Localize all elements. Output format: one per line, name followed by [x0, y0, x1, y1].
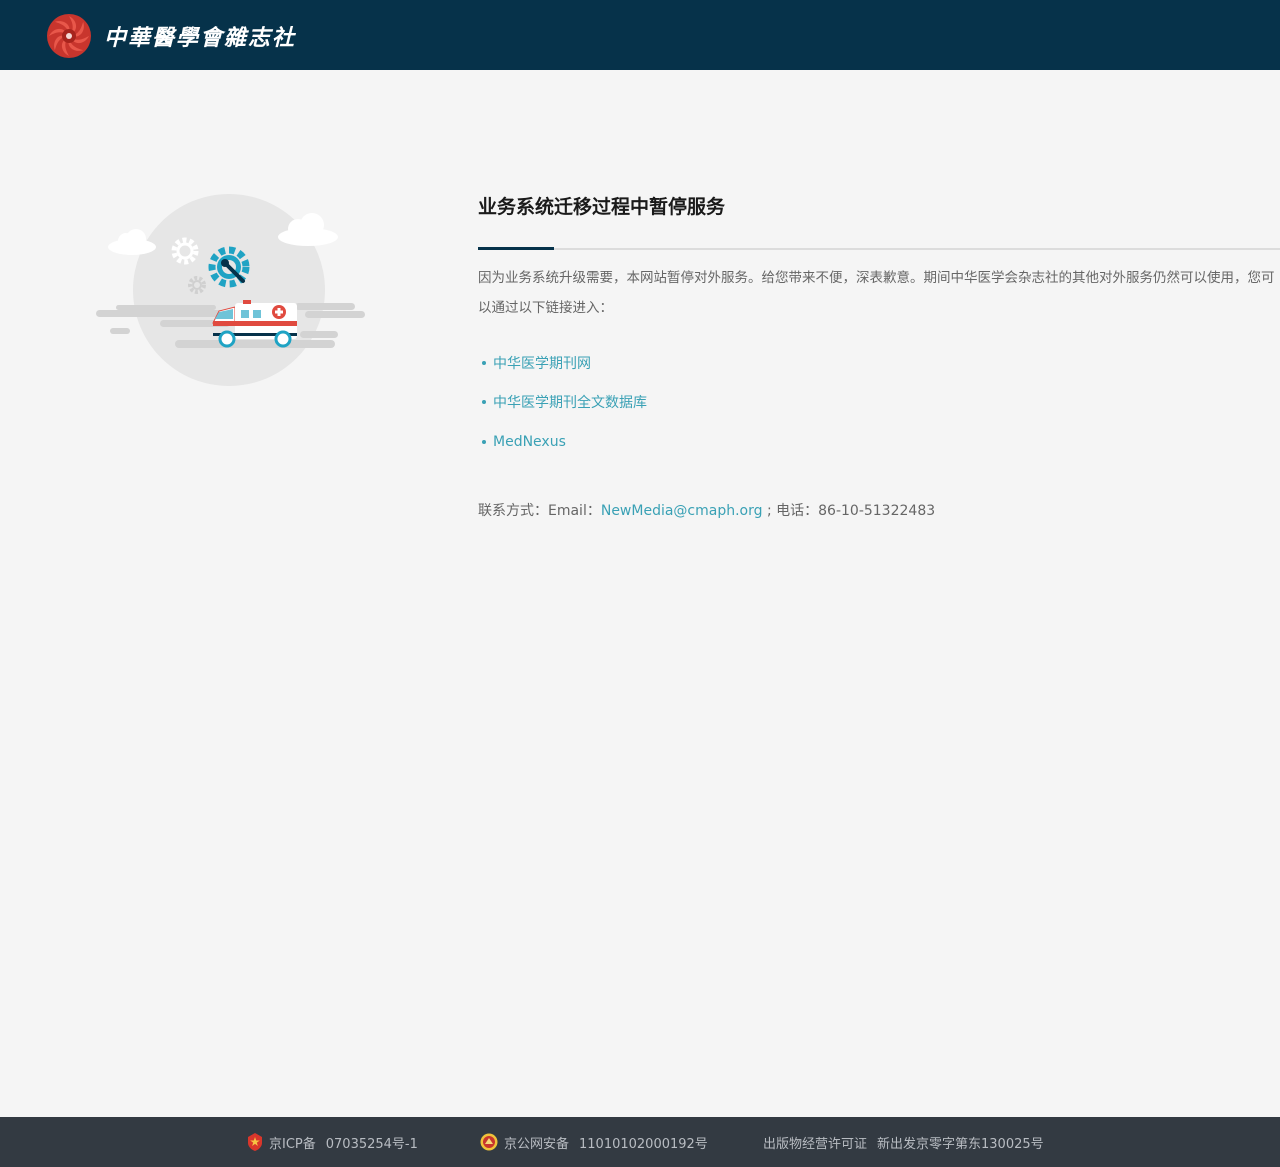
- list-item: 中华医学期刊网: [482, 343, 647, 383]
- link-mednexus[interactable]: MedNexus: [493, 434, 566, 450]
- license-number: 新出发京零字第东130025号: [877, 1136, 1044, 1152]
- alternative-links-list: 中华医学期刊网 中华医学期刊全文数据库 MedNexus: [482, 343, 647, 462]
- national-emblem-icon: [248, 1133, 262, 1151]
- bullet-dot-icon: [482, 360, 486, 365]
- org-name-logo-text[interactable]: 中華醫學會雜志社: [104, 20, 296, 52]
- footer-police-record[interactable]: 京公网安备 11010102000192号: [480, 1117, 708, 1167]
- page-title: 业务系统迁移过程中暂停服务: [478, 196, 726, 218]
- police-number: 11010102000192号: [579, 1136, 708, 1152]
- contact-separator: ;: [762, 503, 777, 519]
- contact-phone: 电话：86-10-51322483: [776, 503, 936, 519]
- contact-info: 联系方式：Email：NewMedia@cmaph.org ; 电话：86-10…: [478, 500, 935, 520]
- icp-number: 07035254号-1: [325, 1136, 418, 1152]
- title-divider-accent: [478, 247, 554, 250]
- maintenance-illustration: [96, 194, 365, 386]
- link-cma-fulltext-database[interactable]: 中华医学期刊全文数据库: [493, 392, 647, 412]
- list-item: MedNexus: [482, 422, 647, 462]
- police-label: 京公网安备: [504, 1136, 570, 1152]
- bullet-dot-icon: [482, 400, 486, 405]
- footer-bar: 京ICP备 07035254号-1 京公网安备 11010102000192号 …: [0, 1117, 1280, 1167]
- footer-publication-license[interactable]: 出版物经营许可证 新出发京零字第东130025号: [763, 1117, 1044, 1167]
- footer-icp-record[interactable]: 京ICP备 07035254号-1: [247, 1117, 418, 1167]
- icp-label: 京ICP备: [269, 1136, 316, 1152]
- license-label: 出版物经营许可证: [763, 1136, 868, 1152]
- link-cma-journal-network[interactable]: 中华医学期刊网: [493, 353, 591, 373]
- bullet-dot-icon: [482, 439, 486, 444]
- police-badge-icon: [480, 1133, 498, 1151]
- service-notice-description: 因为业务系统升级需要，本网站暂停对外服务。给您带来不便，深表歉意。期间中华医学会…: [478, 270, 1275, 316]
- cma-flower-logo-icon[interactable]: [45, 12, 93, 60]
- contact-email-link[interactable]: NewMedia@cmaph.org: [601, 503, 763, 519]
- contact-prefix: 联系方式：Email：: [478, 503, 601, 519]
- list-item: 中华医学期刊全文数据库: [482, 383, 647, 423]
- title-divider: [478, 248, 1280, 250]
- header-bar: 中華醫學會雜志社: [0, 0, 1280, 70]
